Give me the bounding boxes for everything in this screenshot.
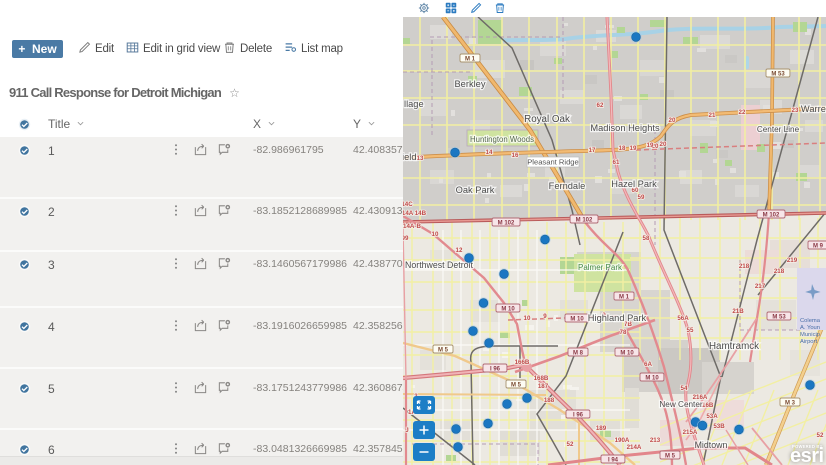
svg-text:58: 58 xyxy=(643,235,650,242)
svg-text:52: 52 xyxy=(567,441,574,448)
svg-text:218: 218 xyxy=(774,268,785,275)
svg-text:I 96: I 96 xyxy=(573,413,584,419)
svg-text:I 94: I 94 xyxy=(608,458,619,464)
svg-text:52: 52 xyxy=(817,432,824,439)
svg-text:189: 189 xyxy=(596,425,607,432)
svg-text:10: 10 xyxy=(432,231,439,238)
svg-text:M 9: M 9 xyxy=(813,244,824,250)
svg-text:field: field xyxy=(403,152,417,162)
svg-text:Municip: Municip xyxy=(800,332,820,338)
svg-text:Ferndale: Ferndale xyxy=(549,181,586,191)
svg-text:A. Youn: A. Youn xyxy=(800,325,820,331)
svg-text:14C: 14C xyxy=(403,201,413,208)
svg-text:17: 17 xyxy=(589,147,596,154)
svg-text:M 1: M 1 xyxy=(465,57,476,63)
svg-text:M 5: M 5 xyxy=(665,454,676,460)
svg-text:188: 188 xyxy=(544,397,555,404)
svg-text:14A 14B: 14A 14B xyxy=(403,210,427,217)
svg-text:14: 14 xyxy=(486,149,493,156)
svg-text:20: 20 xyxy=(669,117,676,124)
svg-text:9: 9 xyxy=(543,313,547,320)
svg-text:214A: 214A xyxy=(627,444,642,451)
svg-text:Airport: Airport xyxy=(800,339,817,345)
svg-text:62: 62 xyxy=(597,102,604,109)
svg-text:59: 59 xyxy=(638,194,645,201)
svg-text:M 102: M 102 xyxy=(576,218,593,224)
svg-text:20: 20 xyxy=(660,141,667,148)
svg-text:217: 217 xyxy=(755,283,766,290)
svg-text:12: 12 xyxy=(456,247,463,254)
svg-text:M 10: M 10 xyxy=(501,307,515,313)
svg-text:19: 19 xyxy=(647,142,654,149)
svg-text:M 53: M 53 xyxy=(771,72,785,78)
svg-text:21: 21 xyxy=(709,112,716,119)
svg-text:53B: 53B xyxy=(713,423,725,430)
svg-text:218: 218 xyxy=(739,263,750,270)
svg-text:187: 187 xyxy=(538,383,549,390)
svg-text:Hamtramck: Hamtramck xyxy=(709,341,759,352)
svg-text:Huntington Woods: Huntington Woods xyxy=(470,135,534,144)
svg-text:New Center: New Center xyxy=(659,400,703,409)
svg-text:Madison Heights: Madison Heights xyxy=(590,123,660,133)
svg-text:Berkley: Berkley xyxy=(454,79,485,89)
svg-text:56A: 56A xyxy=(677,315,689,322)
svg-text:Oak Park: Oak Park xyxy=(456,185,495,195)
svg-text:18: 18 xyxy=(619,145,626,152)
svg-text:Pleasant Ridge: Pleasant Ridge xyxy=(527,158,579,167)
svg-text:168B: 168B xyxy=(534,375,549,382)
svg-text:Colema: Colema xyxy=(800,318,821,324)
svg-text:M 10: M 10 xyxy=(645,376,659,382)
svg-text:I 96: I 96 xyxy=(490,367,501,373)
svg-text:Warren: Warren xyxy=(801,104,826,114)
svg-text:55: 55 xyxy=(687,327,694,334)
svg-text:21B: 21B xyxy=(732,308,744,315)
svg-text:10: 10 xyxy=(524,315,531,322)
svg-text:166B: 166B xyxy=(515,359,530,366)
svg-text:M 102: M 102 xyxy=(498,221,515,227)
svg-text:14A-B: 14A-B xyxy=(403,223,421,230)
svg-text:M 1: M 1 xyxy=(619,295,630,301)
svg-text:Midtown: Midtown xyxy=(695,440,728,450)
svg-text:M 3: M 3 xyxy=(785,401,796,407)
svg-text:M 10: M 10 xyxy=(620,351,634,357)
svg-text:M 5: M 5 xyxy=(511,383,522,389)
svg-text:54: 54 xyxy=(681,385,688,392)
svg-text:6A: 6A xyxy=(644,361,652,368)
svg-text:Hazel Park: Hazel Park xyxy=(611,179,657,189)
svg-text:219: 219 xyxy=(787,257,798,264)
svg-text:Palmer Park: Palmer Park xyxy=(578,263,623,272)
svg-text:99: 99 xyxy=(403,235,409,242)
svg-text:23: 23 xyxy=(792,107,799,114)
svg-text:13: 13 xyxy=(417,155,424,162)
svg-text:215A: 215A xyxy=(683,429,698,436)
svg-text:llage: llage xyxy=(404,99,424,109)
svg-text:Highland Park: Highland Park xyxy=(588,313,647,323)
svg-text:213: 213 xyxy=(650,437,661,444)
svg-text:Northwest Detroit: Northwest Detroit xyxy=(405,260,474,270)
svg-text:19: 19 xyxy=(630,145,637,152)
svg-text:M 5: M 5 xyxy=(438,348,449,354)
svg-text:53A: 53A xyxy=(706,413,718,420)
svg-text:22: 22 xyxy=(739,109,746,116)
svg-text:J: J xyxy=(405,427,409,434)
svg-text:Center Line: Center Line xyxy=(757,125,800,134)
svg-text:190A: 190A xyxy=(615,437,630,444)
svg-text:61: 61 xyxy=(613,159,620,166)
svg-text:16: 16 xyxy=(512,152,519,159)
svg-text:M 53: M 53 xyxy=(772,315,786,321)
svg-text:M 102: M 102 xyxy=(763,213,780,219)
svg-text:M 10: M 10 xyxy=(570,317,584,323)
svg-text:Royal Oak: Royal Oak xyxy=(524,114,570,125)
svg-text:78: 78 xyxy=(620,329,627,336)
svg-text:M 8: M 8 xyxy=(573,351,584,357)
